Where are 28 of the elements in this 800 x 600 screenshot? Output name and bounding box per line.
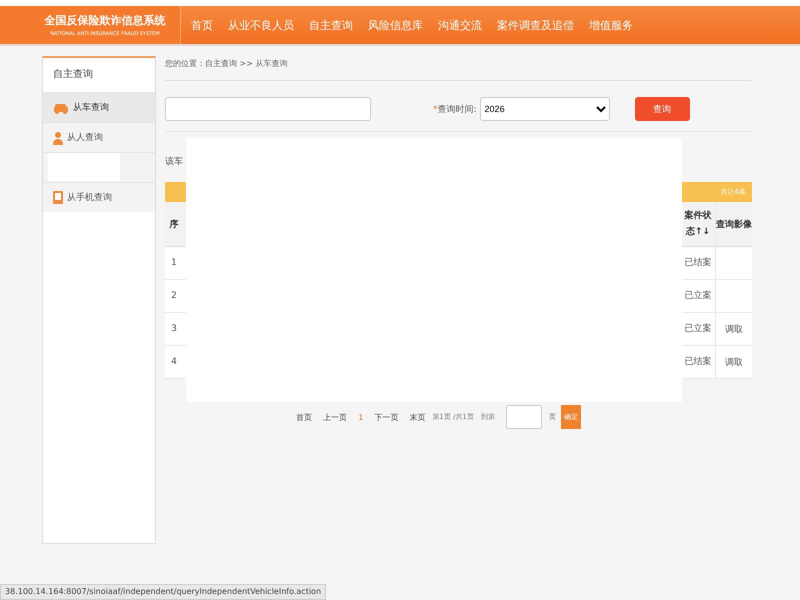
sidebar-item[interactable]: 从人查询 <box>43 122 155 152</box>
table-cell: 1 <box>165 246 183 280</box>
sidebar-item[interactable]: 从手机查询 <box>43 182 155 212</box>
person-icon <box>53 130 63 144</box>
last-page-link[interactable]: 末页 <box>409 412 426 422</box>
table-cell: 3 <box>165 312 183 346</box>
next-page-link[interactable]: 下一页 <box>374 412 398 422</box>
status-bar: 38.100.14.164:8007/sinoiaaf/independent/queryIndependentVehicleInfo.action <box>0 584 326 600</box>
table-cell: 2 <box>165 280 183 312</box>
fetch-link[interactable]: 调取 <box>725 358 743 368</box>
prev-page-link[interactable]: 上一页 <box>323 412 348 422</box>
column-header: 查询影像 <box>716 202 752 246</box>
fetch-link[interactable]: 调取 <box>725 324 743 334</box>
phone-icon <box>53 191 63 204</box>
field-label: *查询时间: <box>433 104 477 116</box>
page-input[interactable] <box>506 405 542 429</box>
vehicle-label: 该车 <box>165 157 183 167</box>
car-icon <box>53 102 69 114</box>
table-cell: 4 <box>165 346 183 378</box>
breadcrumb: 您的位置：自主查询 >> 从车查询 <box>165 56 752 81</box>
search-button[interactable]: 查询 <box>634 97 690 121</box>
input-field[interactable] <box>165 97 371 121</box>
year-select[interactable]: 2026 <box>480 97 610 121</box>
sidebar-item[interactable]: 从车查询 <box>43 92 155 122</box>
column-header: 序 <box>165 202 183 246</box>
logo-title: 全国反保险欺诈信息系统 <box>44 13 166 28</box>
first-page-link[interactable]: 首页 <box>296 412 312 422</box>
column-header[interactable]: 案件状态↑↓ <box>681 202 716 246</box>
